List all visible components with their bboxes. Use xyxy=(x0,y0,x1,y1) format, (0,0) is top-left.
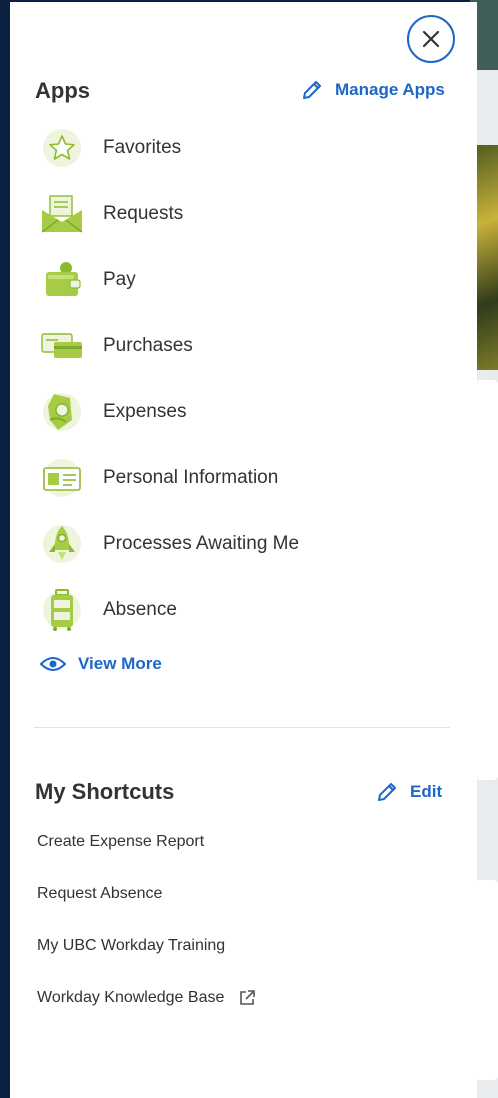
app-label: Absence xyxy=(103,599,177,620)
shortcut-label: Create Expense Report xyxy=(37,833,205,850)
external-link-icon xyxy=(240,990,256,1005)
shortcut-workday-knowledge-base[interactable]: Workday Knowledge Base xyxy=(37,989,256,1007)
apps-title: Apps xyxy=(35,78,90,103)
app-item-personal-information[interactable]: Personal Information xyxy=(40,456,278,500)
money-hand-icon xyxy=(40,390,84,434)
app-label: Requests xyxy=(103,203,184,224)
shortcut-my-ubc-workday-training[interactable]: My UBC Workday Training xyxy=(37,937,225,955)
edit-label: Edit xyxy=(410,782,443,801)
star-icon xyxy=(40,126,84,170)
apps-menu-panel: Apps Manage Apps Favorites Requests Pay … xyxy=(10,2,477,1098)
app-item-processes-awaiting-me[interactable]: Processes Awaiting Me xyxy=(40,522,299,566)
view-more-label: View More xyxy=(78,654,162,673)
app-item-expenses[interactable]: Expenses xyxy=(40,390,186,434)
app-label: Personal Information xyxy=(103,467,279,488)
edit-shortcuts-link[interactable]: Edit xyxy=(376,781,442,803)
shortcut-label: Request Absence xyxy=(37,885,163,902)
background-left-edge xyxy=(0,0,10,1098)
view-more-link[interactable]: View More xyxy=(40,654,162,674)
credit-cards-icon xyxy=(40,324,84,368)
pencil-icon xyxy=(303,81,321,99)
shortcut-label: Workday Knowledge Base xyxy=(37,989,225,1006)
app-label: Expenses xyxy=(103,401,187,422)
suitcase-icon xyxy=(40,588,84,632)
section-divider xyxy=(34,727,450,728)
shortcut-request-absence[interactable]: Request Absence xyxy=(37,885,162,903)
app-item-favorites[interactable]: Favorites xyxy=(40,126,181,170)
shortcut-create-expense-report[interactable]: Create Expense Report xyxy=(37,833,204,851)
background-card xyxy=(476,380,498,780)
wallet-icon xyxy=(40,258,84,302)
envelope-icon xyxy=(40,192,84,236)
app-label: Pay xyxy=(103,269,136,290)
app-label: Processes Awaiting Me xyxy=(103,533,300,554)
pencil-icon xyxy=(378,783,396,801)
rocket-icon xyxy=(40,522,84,566)
manage-apps-label: Manage Apps xyxy=(335,80,445,99)
app-item-absence[interactable]: Absence xyxy=(40,588,177,632)
shortcut-label: My UBC Workday Training xyxy=(37,937,226,954)
close-button[interactable] xyxy=(407,15,455,63)
app-item-requests[interactable]: Requests xyxy=(40,192,183,236)
app-item-purchases[interactable]: Purchases xyxy=(40,324,193,368)
background-card xyxy=(476,880,498,1080)
manage-apps-link[interactable]: Manage Apps xyxy=(301,79,445,101)
id-card-icon xyxy=(40,456,84,500)
app-label: Purchases xyxy=(103,335,193,356)
eye-icon xyxy=(40,657,66,671)
close-icon xyxy=(422,30,440,48)
app-item-pay[interactable]: Pay xyxy=(40,258,136,302)
app-label: Favorites xyxy=(103,137,182,158)
shortcuts-title: My Shortcuts xyxy=(35,779,175,804)
